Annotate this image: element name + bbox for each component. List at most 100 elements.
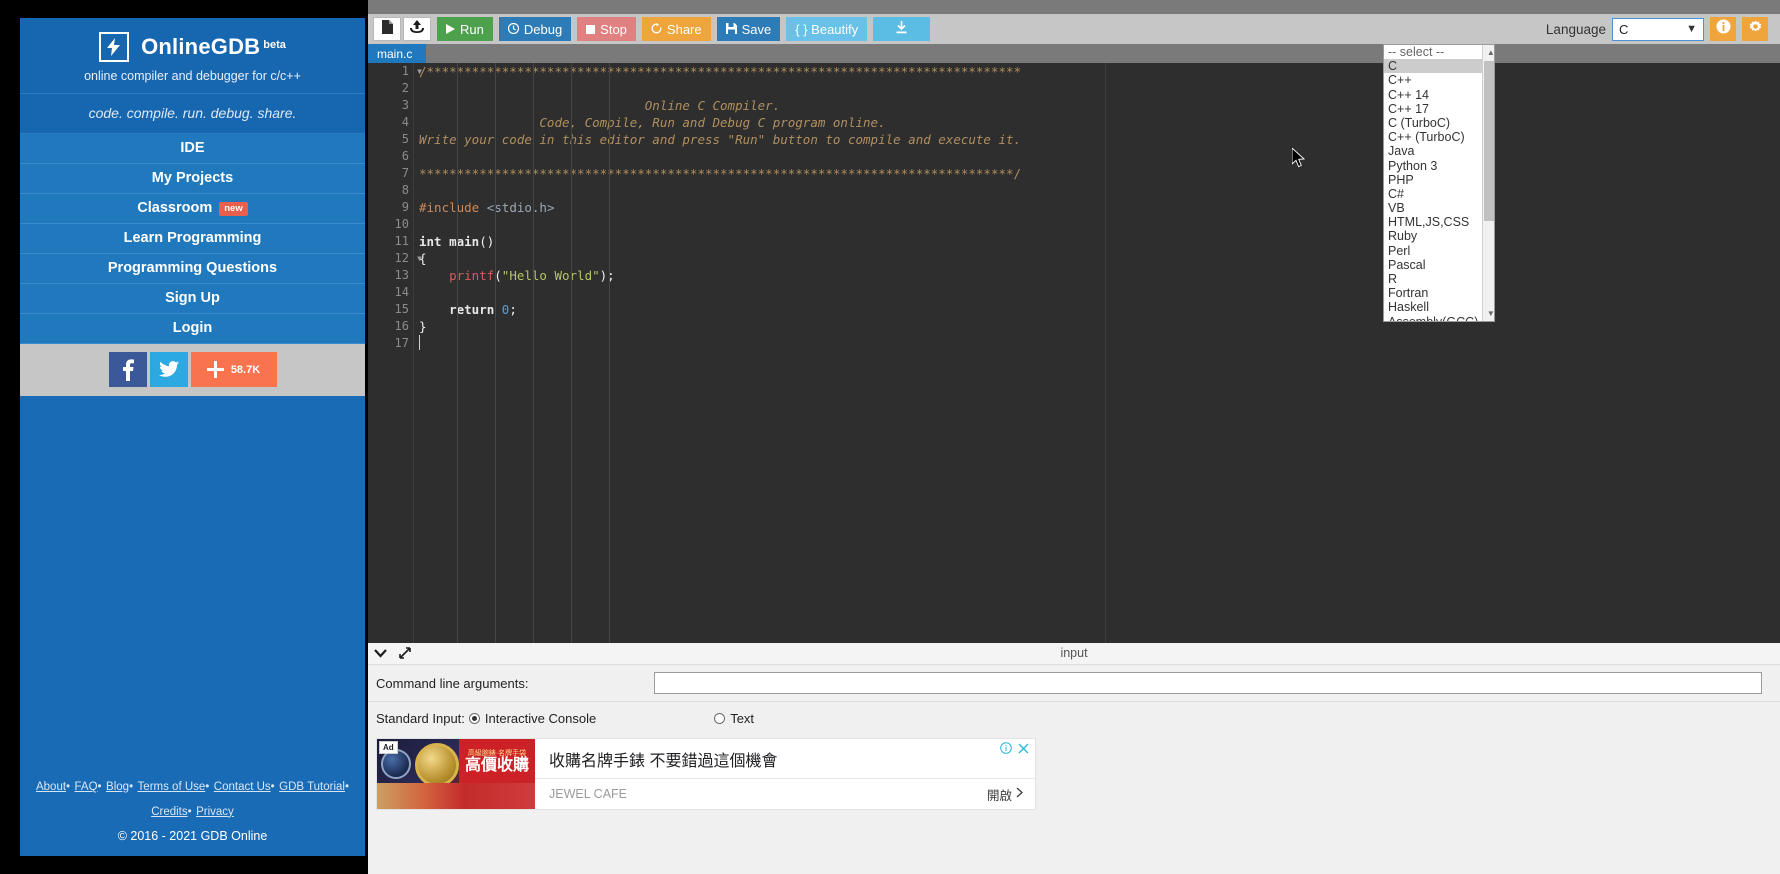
- language-option-cpp-17[interactable]: C++ 17: [1384, 102, 1482, 116]
- sidebar-item-classroom[interactable]: Classroom new: [20, 194, 365, 224]
- brand-name: OnlineGDB: [141, 34, 261, 59]
- ad-thumbnail-image[interactable]: 高級腕錶·名牌手袋 高價收購 Ad: [377, 739, 535, 809]
- code-token-parens: (): [479, 234, 495, 249]
- language-option-html-js-css[interactable]: HTML,JS,CSS: [1384, 215, 1482, 229]
- share-button[interactable]: Share: [641, 17, 711, 41]
- settings-button[interactable]: [1742, 17, 1768, 41]
- beautify-button[interactable]: { } Beautify: [786, 17, 868, 41]
- language-option-select[interactable]: -- select --: [1384, 45, 1482, 59]
- scrollbar-thumb[interactable]: [1484, 61, 1494, 221]
- radio-button-icon[interactable]: [714, 713, 726, 724]
- debug-button[interactable]: Debug: [498, 17, 572, 41]
- triangle-up-icon[interactable]: ▲: [1483, 45, 1494, 60]
- language-option-perl[interactable]: Perl: [1384, 244, 1482, 258]
- new-file-button[interactable]: [373, 17, 401, 41]
- file-tab-main-c[interactable]: main.c: [368, 44, 427, 63]
- radio-text[interactable]: Text: [714, 711, 754, 726]
- ad-cta-button[interactable]: 開啟: [987, 785, 1023, 804]
- footer-link-contact-us[interactable]: Contact Us: [214, 781, 271, 793]
- sidebar-item-label: Classroom: [137, 200, 213, 216]
- code-line-include: #include <stdio.h>: [415, 199, 1780, 216]
- googleplus-share-count: 58.7K: [230, 363, 261, 376]
- gear-icon: [1748, 19, 1763, 39]
- save-button[interactable]: Save: [716, 17, 781, 41]
- line-number: 17: [394, 336, 409, 350]
- language-select[interactable]: C ▼: [1612, 17, 1704, 41]
- language-option-cpp[interactable]: C++: [1384, 73, 1482, 87]
- close-icon[interactable]: [1018, 743, 1029, 756]
- googleplus-share-button[interactable]: 58.7K: [190, 352, 277, 387]
- debug-icon: [507, 22, 519, 37]
- language-option-ruby[interactable]: Ruby: [1384, 229, 1482, 243]
- footer-link-blog[interactable]: Blog: [106, 781, 129, 793]
- brand-subtitle: online compiler and debugger for c/c++: [84, 69, 301, 83]
- command-line-arguments-label: Command line arguments:: [376, 675, 529, 691]
- upload-file-button[interactable]: [403, 17, 431, 41]
- radio-label: Interactive Console: [484, 711, 597, 726]
- language-option-java[interactable]: Java: [1384, 144, 1482, 158]
- info-icon: [1716, 19, 1731, 39]
- info-button[interactable]: [1710, 17, 1736, 41]
- editor-toolbar: Run Debug Stop Share Save { } Beautify L…: [368, 14, 1780, 44]
- language-option-python-3[interactable]: Python 3: [1384, 159, 1482, 173]
- code-editor[interactable]: 1 ▼ 2 3 4 5 6 7 8 9 10 11 12 ▼ 13 14 15 16…: [368, 63, 1780, 643]
- language-option-r[interactable]: R: [1384, 272, 1482, 286]
- line-number-text: 1: [401, 64, 409, 78]
- sidebar-item-programming-questions[interactable]: Programming Questions: [20, 254, 365, 284]
- sidebar-item-label: Sign Up: [165, 290, 220, 306]
- standard-input-label: Standard Input:: [376, 711, 465, 726]
- code-line-printf: printf("Hello World");: [415, 267, 1780, 284]
- ad-headline[interactable]: 收購名牌手錶 不要錯過這個機會: [535, 739, 1035, 779]
- language-selected-value: C: [1619, 21, 1629, 37]
- command-line-arguments-row: Command line arguments:: [368, 665, 1780, 702]
- download-button[interactable]: [873, 17, 931, 41]
- footer-link-about[interactable]: About: [36, 781, 66, 793]
- sidebar-item-label: My Projects: [151, 170, 234, 186]
- code-token-return: return: [449, 302, 495, 317]
- footer-sep: •: [344, 781, 350, 794]
- footer-link-credits[interactable]: Credits: [151, 806, 187, 818]
- language-option-pascal[interactable]: Pascal: [1384, 258, 1482, 272]
- line-number: 5: [401, 132, 409, 146]
- language-option-haskell[interactable]: Haskell: [1384, 300, 1482, 314]
- footer-link-faq[interactable]: FAQ: [75, 781, 98, 793]
- language-option-csharp[interactable]: C#: [1384, 187, 1482, 201]
- command-line-arguments-input[interactable]: [654, 672, 1762, 694]
- run-button[interactable]: Run: [437, 17, 493, 41]
- language-option-php[interactable]: PHP: [1384, 173, 1482, 187]
- download-icon: [895, 21, 908, 37]
- radio-interactive-console[interactable]: Interactive Console: [468, 711, 597, 726]
- language-option-cpp-turboc[interactable]: C++ (TurboC): [1384, 130, 1482, 144]
- advertisement-banner[interactable]: 高級腕錶·名牌手袋 高價收購 Ad 收購名牌手錶 不要錯過這個機會 JEWEL …: [376, 738, 1036, 810]
- code-content[interactable]: /***************************************…: [415, 63, 1780, 643]
- sidebar-item-login[interactable]: Login: [20, 314, 365, 344]
- brand-row[interactable]: OnlineGDB beta: [20, 32, 365, 62]
- code-line: Code, Compile, Run and Debug C program o…: [419, 115, 886, 130]
- footer-link-gdb-tutorial[interactable]: GDB Tutorial: [279, 781, 345, 793]
- radio-button-icon[interactable]: [468, 713, 480, 724]
- language-dropdown-scrollbar[interactable]: ▲ ▼: [1482, 45, 1494, 321]
- code-token-include: #include: [419, 200, 480, 215]
- stop-button-label: Stop: [600, 21, 627, 37]
- language-option-assembly-gcc[interactable]: Assembly(GCC): [1384, 315, 1482, 321]
- language-option-c[interactable]: C: [1384, 59, 1483, 74]
- debug-button-label: Debug: [523, 21, 563, 37]
- facebook-share-button[interactable]: [108, 352, 147, 387]
- triangle-down-icon[interactable]: ▼: [1483, 306, 1494, 321]
- language-option-cpp-14[interactable]: C++ 14: [1384, 88, 1482, 102]
- sidebar-item-my-projects[interactable]: My Projects: [20, 164, 365, 194]
- language-dropdown-list[interactable]: -- select -- C C++ C++ 14 C++ 17 C (Turb…: [1383, 44, 1495, 322]
- language-option-c-turboc[interactable]: C (TurboC): [1384, 116, 1482, 130]
- footer-link-terms-of-use[interactable]: Terms of Use: [138, 781, 206, 793]
- language-option-fortran[interactable]: Fortran: [1384, 286, 1482, 300]
- footer-link-privacy[interactable]: Privacy: [196, 806, 234, 818]
- sidebar-item-sign-up[interactable]: Sign Up: [20, 284, 365, 314]
- stop-button[interactable]: Stop: [577, 17, 636, 41]
- sidebar-item-ide[interactable]: IDE: [20, 134, 365, 164]
- info-circle-icon[interactable]: [1000, 742, 1012, 756]
- twitter-share-button[interactable]: [149, 352, 188, 387]
- language-option-vb[interactable]: VB: [1384, 201, 1482, 215]
- sidebar-item-learn-programming[interactable]: Learn Programming: [20, 224, 365, 254]
